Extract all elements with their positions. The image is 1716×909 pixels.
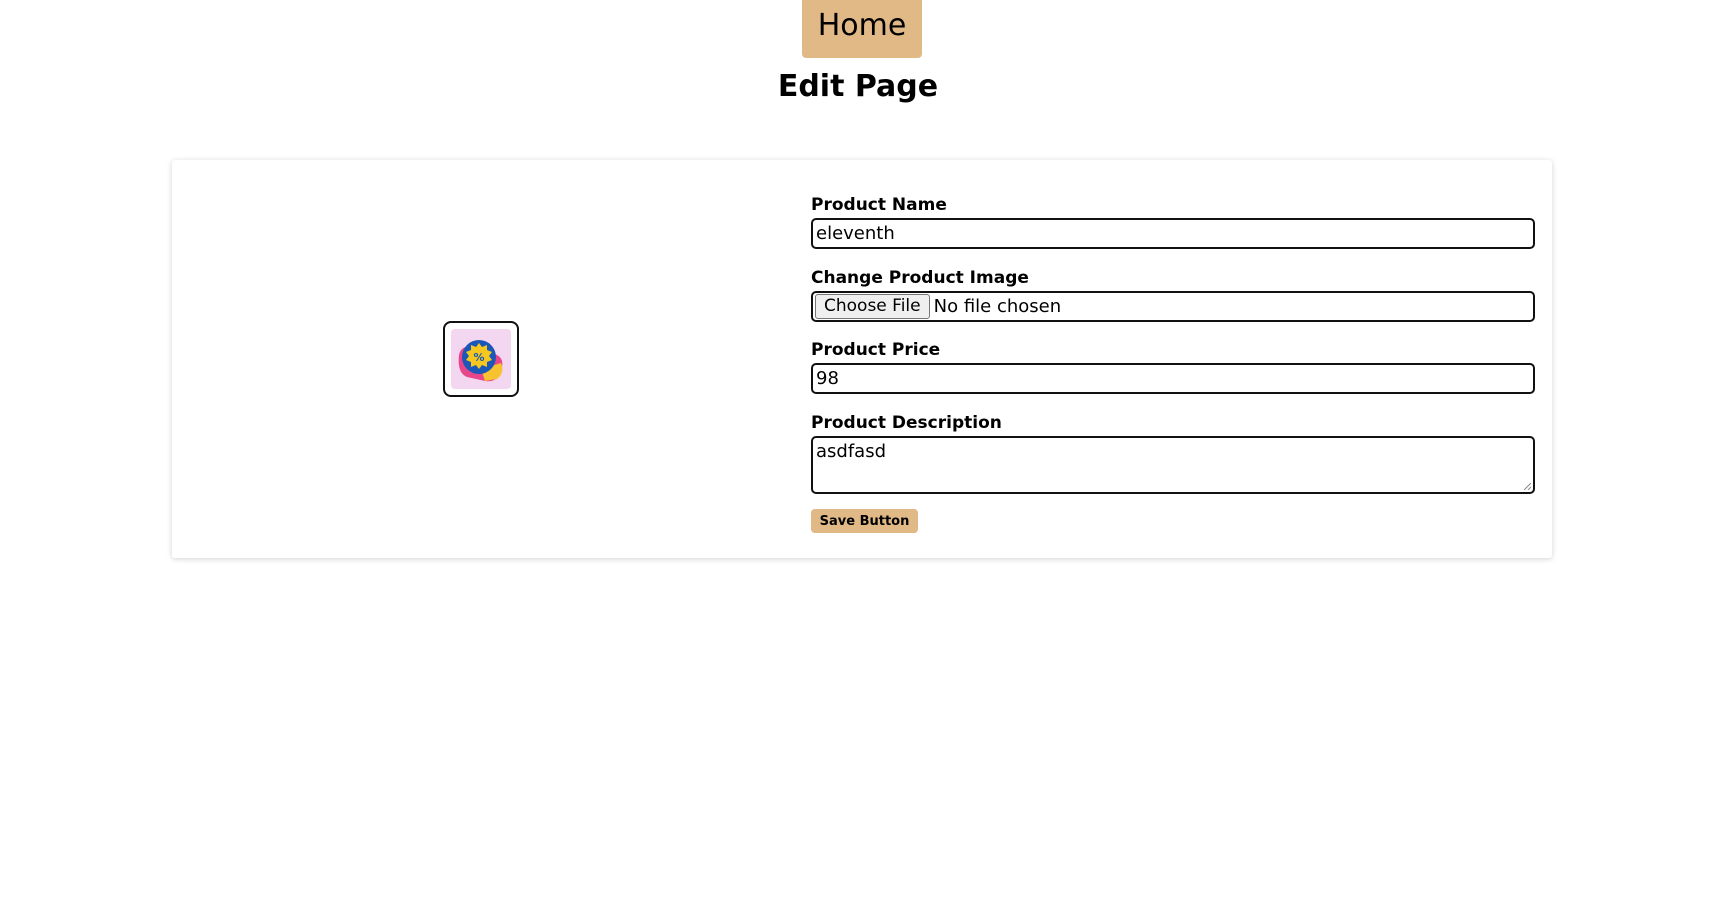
product-price-label: Product Price	[811, 340, 941, 360]
product-name-input[interactable]: eleventh	[811, 218, 1535, 249]
product-form: Product Name eleventh Change Product Ima…	[811, 194, 1535, 533]
product-name-label: Product Name	[811, 195, 947, 215]
product-price-input[interactable]: 98	[811, 363, 1535, 394]
product-description-label: Product Description	[811, 413, 1002, 433]
product-image-thumbnail: %	[443, 321, 519, 397]
svg-text:%: %	[473, 351, 484, 364]
product-price-group: Product Price 98	[811, 339, 1535, 394]
product-description-group: Product Description asdfasd	[811, 412, 1535, 494]
product-description-textarea[interactable]: asdfasd	[811, 436, 1535, 494]
product-description-text: asdfasd	[816, 441, 887, 462]
save-button[interactable]: Save Button	[811, 509, 918, 533]
home-button[interactable]: Home	[802, 0, 922, 58]
product-image-file-input[interactable]: Choose File No file chosen	[811, 291, 1535, 322]
choose-file-button[interactable]: Choose File	[815, 294, 930, 319]
discount-tag-icon: %	[451, 329, 511, 389]
product-image-group: Change Product Image Choose File No file…	[811, 267, 1535, 322]
product-name-group: Product Name eleventh	[811, 194, 1535, 249]
edit-product-card: % Product Name eleventh Change Product I…	[172, 160, 1552, 558]
product-image-label: Change Product Image	[811, 268, 1029, 288]
page-title: Edit Page	[777, 69, 939, 104]
resize-grip-icon[interactable]	[1524, 483, 1531, 490]
file-status-text: No file chosen	[933, 296, 1062, 317]
